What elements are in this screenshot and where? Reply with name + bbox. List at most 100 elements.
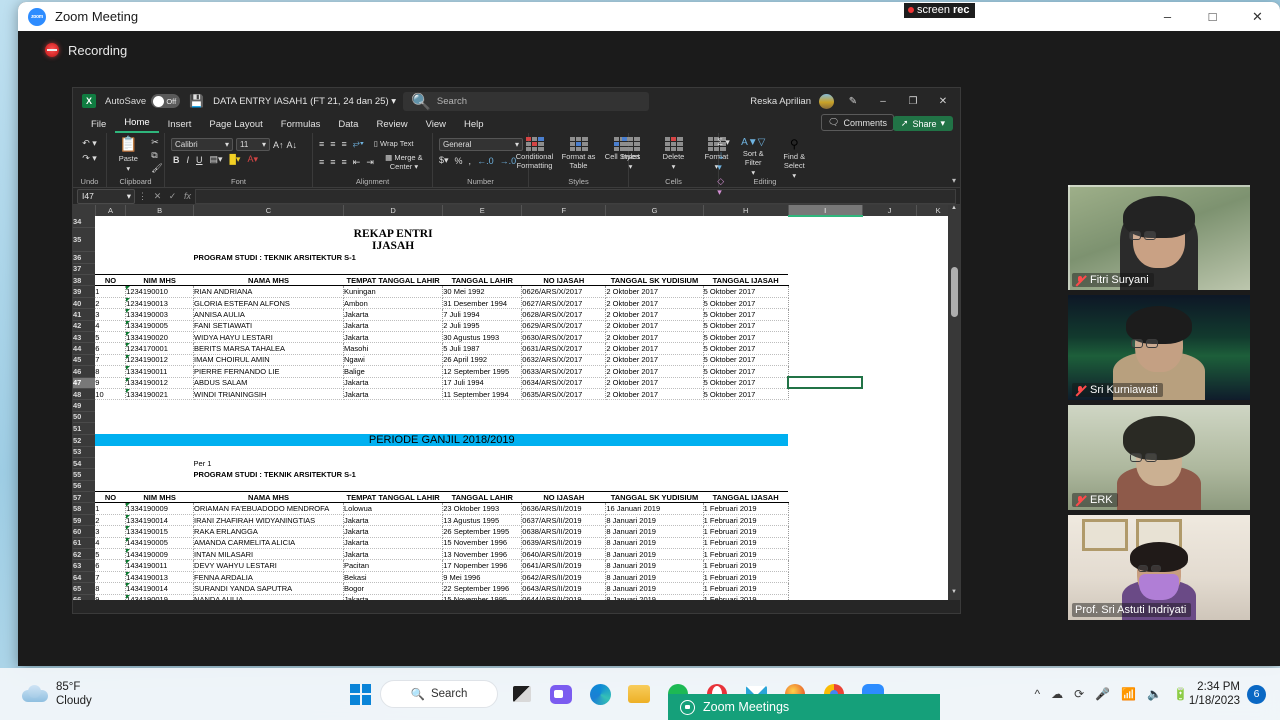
cut-icon[interactable]: ✂ [151,137,162,148]
empty-cell[interactable] [862,216,917,228]
empty-cell[interactable] [788,216,863,228]
row-header[interactable]: 44 [73,342,96,355]
data-cell[interactable]: 8 Januari 2019 [605,514,704,527]
empty-cell[interactable] [862,559,917,572]
empty-cell[interactable] [95,468,126,481]
row-header[interactable]: 53 [73,446,96,458]
row-header[interactable]: 54 [73,457,96,470]
row-header[interactable]: 61 [73,537,96,550]
empty-cell[interactable] [125,216,194,228]
empty-cell[interactable] [788,514,863,526]
empty-cell[interactable] [343,446,443,458]
participant-tile-sri-kurniawati[interactable]: Sri Kurniawati [1068,295,1250,400]
start-button[interactable] [350,683,371,705]
empty-cell[interactable] [442,422,522,435]
empty-cell[interactable] [788,285,863,298]
data-cell[interactable]: 0640/ARS/II/2019 [521,548,607,561]
empty-cell[interactable] [703,216,789,228]
data-cell[interactable]: 13 Agustus 1995 [442,514,523,527]
data-cell[interactable]: PIERRE FERNANDO LIE [193,365,344,378]
empty-cell[interactable] [442,457,522,469]
data-cell[interactable]: 2 Oktober 2017 [605,320,704,333]
wifi-icon[interactable]: 📶 [1121,687,1136,701]
data-cell[interactable]: 31 Desember 1994 [442,297,523,310]
empty-cell[interactable] [788,274,863,286]
row-header[interactable]: 51 [73,422,96,435]
data-cell[interactable]: 2 Oktober 2017 [605,342,704,355]
column-title-cell[interactable]: TANGGAL LAHIR [442,491,522,504]
align-top-icon[interactable]: ≡ [319,139,324,149]
empty-cell[interactable] [193,446,344,458]
empty-cell[interactable] [862,320,917,332]
data-cell[interactable]: Kuningan [343,285,444,298]
empty-cell[interactable] [521,263,606,275]
data-cell[interactable]: Jakarta [343,308,444,321]
empty-cell[interactable] [862,342,917,355]
taskbar-clock[interactable]: 2:34 PM 1/18/2023 [1189,680,1240,708]
data-cell[interactable]: 11 September 1994 [442,388,523,401]
data-cell[interactable]: 0639/ARS/II/2019 [521,537,607,550]
column-header-g[interactable]: G [605,205,704,217]
data-cell[interactable]: 1434190011 [125,559,195,572]
data-cell[interactable]: 5 Oktober 2017 [703,342,789,355]
task-view-button[interactable] [507,679,537,709]
empty-cell[interactable] [788,548,863,560]
data-cell[interactable]: Jakarta [343,525,444,538]
data-cell[interactable]: GLORIA ESTEFAN ALFONS [193,297,344,310]
row-header[interactable]: 56 [73,480,96,493]
data-cell[interactable]: 0631/ARS/X/2017 [521,342,607,355]
data-cell[interactable]: 8 Januari 2019 [605,537,704,550]
data-cell[interactable]: 5 Oktober 2017 [703,377,789,389]
column-header-b[interactable]: B [125,205,195,217]
data-cell[interactable]: 1334190021 [125,388,195,401]
empty-cell[interactable] [788,399,863,412]
vertical-scrollbar[interactable]: ▲ ▼ [948,205,960,600]
data-cell[interactable]: 2 Oktober 2017 [605,331,704,344]
empty-cell[interactable] [788,320,863,332]
empty-cell[interactable] [125,422,194,435]
empty-cell[interactable] [95,480,126,492]
column-title-cell[interactable]: NAMA MHS [193,491,344,504]
data-cell[interactable]: 5 Juli 1987 [442,342,523,355]
column-header-d[interactable]: D [343,205,444,217]
empty-cell[interactable] [442,480,522,492]
data-cell[interactable]: Pacitan [343,559,444,572]
tab-page-layout[interactable]: Page Layout [200,119,271,133]
find-select-button[interactable]: ⚲ Find & Select ▾ [776,137,813,180]
empty-cell[interactable] [862,274,917,286]
conditional-formatting-button[interactable]: Conditional Formatting [515,137,555,170]
data-cell[interactable]: 0627/ARS/X/2017 [521,297,607,310]
tray-cloud-icon[interactable]: ☁ [1051,687,1063,701]
empty-cell[interactable] [788,354,863,366]
data-cell[interactable]: 13 November 1996 [442,548,523,561]
data-cell[interactable]: 15 November 1995 [442,594,523,600]
delete-cells-button[interactable]: Delete ▾ [654,137,694,171]
tab-formulas[interactable]: Formulas [272,119,330,133]
empty-cell[interactable] [95,227,126,252]
data-cell[interactable]: Jakarta [343,377,444,389]
empty-cell[interactable] [521,468,606,481]
data-cell[interactable]: 5 [95,548,127,561]
empty-cell[interactable] [125,399,194,412]
taskbar-file-explorer-icon[interactable] [624,679,654,709]
empty-cell[interactable] [788,227,863,252]
data-cell[interactable]: 1434190005 [125,537,195,550]
empty-cell[interactable] [788,457,863,469]
empty-cell[interactable] [605,399,704,412]
data-cell[interactable]: SURANDI YANDA SAPUTRA [193,582,344,595]
data-cell[interactable]: 1434190019 [125,594,195,600]
empty-cell[interactable] [862,297,917,309]
empty-cell[interactable] [788,559,863,572]
data-cell[interactable]: 0638/ARS/II/2019 [521,525,607,538]
data-cell[interactable]: 8 Januari 2019 [605,548,704,561]
empty-cell[interactable] [442,227,522,252]
empty-cell[interactable] [343,457,443,469]
data-cell[interactable]: 1234190010 [125,285,195,298]
empty-cell[interactable] [442,399,522,412]
data-cell[interactable]: 0643/ARS/II/2019 [521,582,607,595]
empty-cell[interactable] [862,537,917,549]
empty-cell[interactable] [442,216,522,228]
column-title-cell[interactable]: NAMA MHS [193,274,344,287]
insert-function-icon[interactable]: fx [180,191,195,201]
data-cell[interactable]: 2 Juli 1995 [442,320,523,333]
